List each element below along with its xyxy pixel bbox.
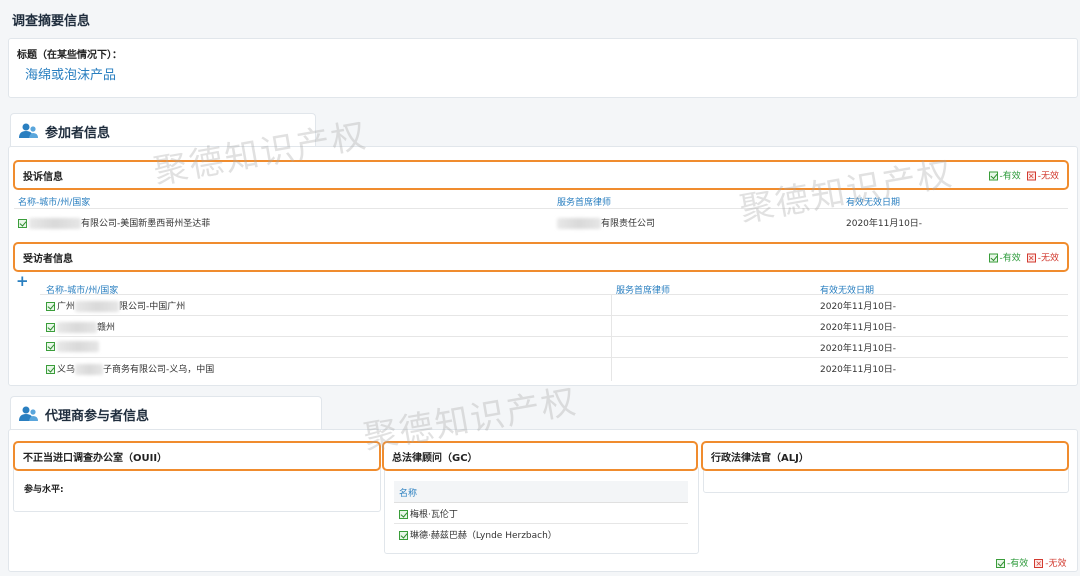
valid-check-icon xyxy=(988,171,998,181)
table-row: 义乌 子商务有限公司-义乌，中国 xyxy=(46,362,214,375)
table-row xyxy=(46,341,99,352)
date-cell: 2020年11月10日- xyxy=(846,219,923,229)
participants-section-header: 参加者信息 xyxy=(10,113,316,148)
valid-check-icon xyxy=(46,365,55,374)
agency-section-header: 代理商参与者信息 xyxy=(10,396,322,431)
date-cell: 2020年11月10日- xyxy=(820,365,897,375)
date-cell: 2020年11月10日- xyxy=(820,344,897,354)
invalid-x-icon: × xyxy=(1026,171,1036,181)
ouii-panel xyxy=(13,466,381,512)
title-value: 海绵或泡沫产品 xyxy=(25,68,117,83)
col-header-counsel[interactable]: 服务首席律师 xyxy=(557,195,611,208)
complainant-header: 投诉信息 -有效 × -无效 xyxy=(13,160,1069,190)
respondent-header-label: 受访者信息 xyxy=(23,253,73,265)
gc-header-label: 总法律顾问（GC） xyxy=(392,452,478,464)
valid-check-icon xyxy=(18,219,27,228)
valid-check-icon xyxy=(46,342,55,351)
participants-section-title: 参加者信息 xyxy=(45,125,111,141)
counsel-cell: 有限责任公司 xyxy=(557,216,655,229)
date-cell: 2020年11月10日- xyxy=(820,302,897,312)
gc-col-header-name[interactable]: 名称 xyxy=(399,486,417,499)
valid-check-icon xyxy=(996,559,1005,568)
valid-check-icon xyxy=(988,253,998,263)
status-legend: -有效 × -无效 xyxy=(988,169,1059,182)
alj-header: 行政法律法官（ALJ） xyxy=(701,441,1069,471)
ouii-header-label: 不正当进口调查办公室（OUII） xyxy=(23,452,168,464)
col-header-name[interactable]: 名称-城市/州/国家 xyxy=(18,195,90,208)
agency-section-title: 代理商参与者信息 xyxy=(45,408,150,424)
valid-check-icon xyxy=(399,531,408,540)
list-item: 梅根·瓦伦丁 xyxy=(399,507,458,520)
title-label: 标题（在某些情况下）： xyxy=(17,50,122,61)
ouii-header: 不正当进口调查办公室（OUII） xyxy=(13,441,381,471)
complainant-header-label: 投诉信息 xyxy=(23,171,63,183)
person-icon xyxy=(19,123,39,139)
valid-check-icon xyxy=(46,323,55,332)
summary-card: 标题（在某些情况下）： 海绵或泡沫产品 xyxy=(8,38,1078,98)
table-row: 有限公司-美国新墨西哥州圣达菲 xyxy=(18,216,210,229)
table-row: 赣州 xyxy=(46,320,115,333)
list-item: 琳德·赫兹巴赫（Lynde Herzbach） xyxy=(399,528,557,541)
table-row: 广州 限公司-中国广州 xyxy=(46,299,185,312)
alj-header-label: 行政法律法官（ALJ） xyxy=(711,452,809,464)
status-legend: -有效 × -无效 xyxy=(988,251,1059,264)
person-icon xyxy=(19,406,39,422)
add-respondent-plus-icon[interactable]: + xyxy=(16,274,29,289)
participation-level-label: 参与水平: xyxy=(24,485,64,495)
page-title: 调查摘要信息 xyxy=(12,14,91,29)
valid-check-icon xyxy=(46,302,55,311)
respondent-header: 受访者信息 -有效 × -无效 xyxy=(13,242,1069,272)
status-legend: -有效 × -无效 xyxy=(996,556,1067,569)
date-cell: 2020年11月10日- xyxy=(820,323,897,333)
invalid-x-icon: × xyxy=(1026,253,1036,263)
valid-check-icon xyxy=(399,510,408,519)
gc-header: 总法律顾问（GC） xyxy=(382,441,698,471)
col-header-date[interactable]: 有效无效日期 xyxy=(846,195,900,208)
invalid-x-icon: × xyxy=(1034,559,1044,568)
